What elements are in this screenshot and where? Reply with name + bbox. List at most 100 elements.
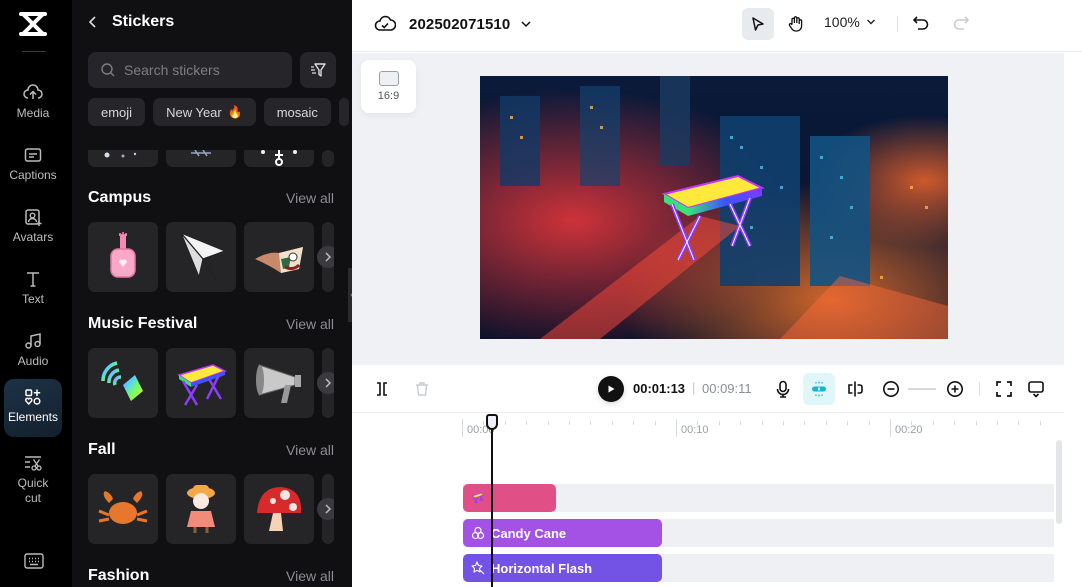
chip-label: mosaic [276,104,318,120]
playhead-line [491,422,493,587]
next-arrow-button[interactable] [317,372,334,394]
record-voice-button[interactable] [771,377,795,401]
rail-item-quick-cut[interactable]: Quick cut [4,445,62,511]
rail-item-media[interactable]: Media [4,75,62,133]
timeline-scrollbar[interactable] [1056,440,1062,524]
video-preview[interactable] [480,76,948,339]
ruler-minor-tick [633,421,635,425]
section-title: Music Festival [88,315,198,332]
ruler-minor-tick [932,421,934,425]
capcut-logo-icon[interactable] [18,10,48,38]
rail-label: Elements [7,410,59,424]
fire-icon: 🔥 [227,105,243,119]
redo-icon[interactable] [950,12,972,34]
split-clip-button[interactable] [370,377,394,401]
rail-item-avatars[interactable]: Avatars [4,199,62,257]
timeline-toolbar: 00:01:13 | 00:09:11 [352,365,1064,413]
chip-partial[interactable] [338,98,349,126]
effect-icon [471,526,485,540]
microphone-icon [776,380,790,398]
select-tool-button[interactable] [742,8,774,40]
quick-cut-icon [25,456,42,471]
rail-item-text[interactable]: Text [4,261,62,319]
ruler-major-tick [676,419,677,437]
total-time: 00:09:11 [702,381,752,396]
chevron-right-icon [325,252,332,262]
sticker-thumb[interactable] [244,474,314,544]
timeline-zoom-slider[interactable] [908,388,936,390]
zoom-level-dropdown[interactable]: 100% [824,14,876,30]
chip-new-year[interactable]: New Year 🔥 [153,98,256,126]
zoom-out-button[interactable] [879,377,903,401]
sticker-thumb[interactable] [244,348,314,418]
play-icon [608,385,615,393]
panel-title: Stickers [112,13,175,30]
nail-polish-sticker [110,232,136,278]
snowflake-sticker [191,150,211,157]
rail-label: Captions [9,168,57,182]
view-all-link[interactable]: View all [286,190,334,206]
back-button[interactable] [88,12,106,32]
search-input[interactable] [124,62,274,78]
sticker-thumb[interactable] [244,150,314,167]
tag-chips: emoji New Year 🔥 mosaic [88,98,349,126]
section-fashion: Fashion View all [88,566,334,586]
playhead-handle[interactable] [486,414,498,430]
play-button[interactable] [598,376,624,402]
sticker-thumb[interactable] [166,222,236,292]
ruler-minor-tick [504,421,506,425]
search-box[interactable] [88,52,292,88]
hand-tool-button[interactable] [780,8,812,40]
rail-label: Media [16,106,50,120]
aspect-ratio-button[interactable]: 16:9 [361,60,416,113]
split-align-button[interactable] [843,377,867,401]
ruler-minor-tick [804,421,806,425]
cloud-upload-icon [23,84,43,99]
undo-icon[interactable] [910,12,932,34]
timeline-ruler[interactable]: 00:00 00:10 00:20 [352,414,1064,442]
sticker-thumb[interactable] [88,222,158,292]
ruler-minor-tick [911,421,913,425]
filter-button[interactable] [300,52,336,88]
rail-item-captions[interactable]: Captions [4,137,62,195]
ruler-minor-tick [697,421,699,425]
project-selector[interactable]: 202502071510 [374,14,532,34]
ruler-minor-tick [547,421,549,425]
chip-emoji[interactable]: emoji [88,98,146,126]
rail-label: Text [21,292,44,306]
rail-item-audio[interactable]: Audio [4,323,62,381]
next-arrow-button[interactable] [317,498,334,520]
app-root: Media Captions Avatars Text Audio Elemen… [0,0,1082,587]
magic-wand-icon [471,561,485,575]
monitor-icon [1028,381,1044,398]
rail-divider [22,51,46,52]
keyboard-icon[interactable] [24,553,44,569]
delete-button[interactable] [410,377,434,401]
magnet-snap-toggle[interactable] [803,373,835,405]
rail-item-elements[interactable]: Elements [4,379,62,437]
fullscreen-button[interactable] [992,377,1016,401]
preview-display-button[interactable] [1024,377,1048,401]
ruler-major-tick [890,419,891,437]
ruler-major-tick [462,419,463,437]
chip-mosaic[interactable]: mosaic [263,98,331,126]
sticker-thumb[interactable] [166,348,236,418]
filter-icon [311,63,326,77]
ruler-minor-tick [1018,421,1020,425]
sticker-thumb[interactable] [166,474,236,544]
view-all-link[interactable]: View all [286,442,334,458]
sticker-thumb[interactable] [166,150,236,167]
zoom-in-button[interactable] [943,377,967,401]
sticker-clip[interactable] [463,484,556,512]
sticker-thumb[interactable] [244,222,314,292]
ruler-minor-tick [825,421,827,425]
sticker-thumb[interactable] [322,150,334,167]
sticker-thumb[interactable] [88,348,158,418]
sticker-thumb[interactable] [88,150,158,167]
sticker-thumb[interactable] [88,474,158,544]
view-all-link[interactable]: View all [286,316,334,332]
ruler-minor-tick [1039,421,1041,425]
view-all-link[interactable]: View all [286,568,334,584]
next-arrow-button[interactable] [317,246,334,268]
text-icon [27,272,39,287]
